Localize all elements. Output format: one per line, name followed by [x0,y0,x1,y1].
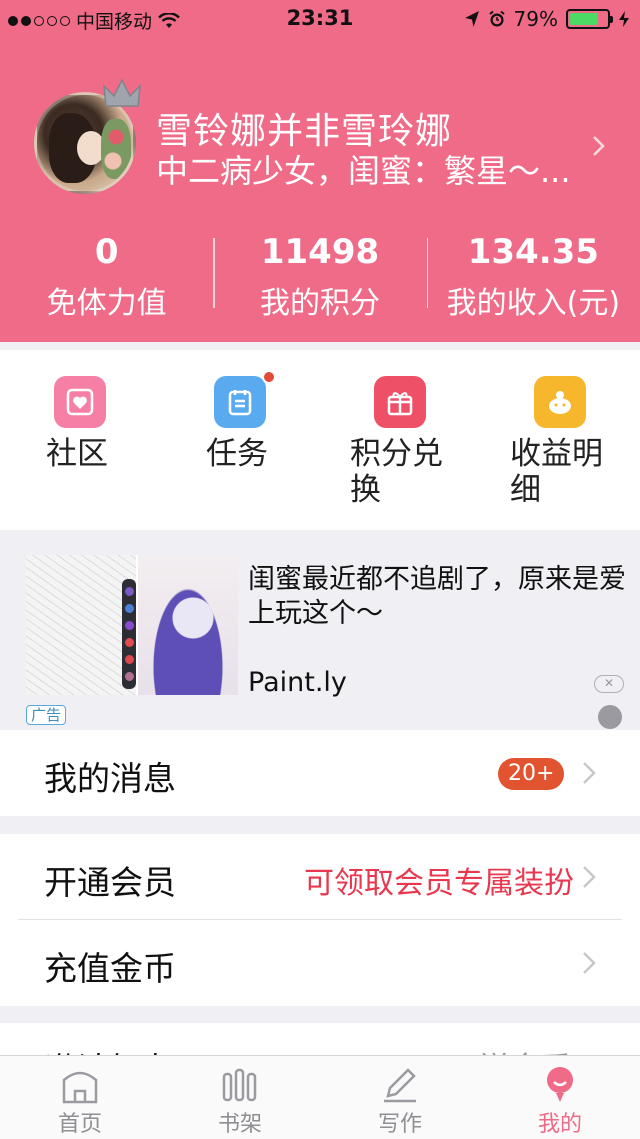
battery-percent: 79% [513,7,558,31]
stat-value: 11498 [260,232,380,272]
stat-income[interactable]: 134.35 我的收入(元) [426,228,640,324]
tab-home[interactable]: 首页 [0,1056,160,1139]
tab-label: 写作 [377,1112,422,1137]
ad-network-icon [598,705,622,729]
location-arrow-icon [464,11,479,27]
quick-action-task[interactable]: 任务 [160,350,280,530]
bookshelf-icon [222,1068,257,1102]
chevron-right-icon[interactable] [588,134,608,158]
ad-banner[interactable]: 闺蜜最近都不追剧了，原来是爱上玩这个～ Paint.ly 广告 ✕ [0,545,640,730]
pencil-icon [384,1068,416,1103]
ad-close-button[interactable]: ✕ [594,675,624,693]
charging-icon [619,11,629,27]
ad-palette [122,579,136,689]
chevron-right-icon [583,866,596,888]
tab-bar: 首页 书架 写作 我的 [0,1055,640,1139]
gift-icon [374,376,426,428]
ad-tag: 广告 [26,705,67,725]
tab-bookshelf[interactable]: 书架 [160,1056,320,1139]
tab-write[interactable]: 写作 [320,1056,480,1139]
stat-stamina[interactable]: 0 免体力值 [0,228,213,324]
message-count-badge: 20+ [498,758,565,790]
task-icon [214,376,266,428]
stat-label: 免体力值 [46,286,167,321]
membership-promo: 可领取会员专属装扮 [304,866,574,901]
chevron-right-icon [583,762,596,784]
home-icon [62,1071,98,1104]
row-label: 充值金币 [44,949,176,988]
chevron-right-icon [583,952,596,974]
quick-actions: 社区 任务 积分兑换 收益明细 [0,350,640,530]
battery-icon [566,9,613,29]
menu-row-messages[interactable]: 我的消息 20+ [0,730,640,816]
quick-action-label: 任务 [206,436,268,472]
stat-label: 我的积分 [259,286,380,321]
tab-label: 我的 [537,1112,582,1137]
stat-value: 134.35 [467,232,599,272]
quick-action-earnings[interactable]: 收益明细 [480,350,603,530]
ad-source[interactable]: Paint.ly [248,667,347,698]
quick-action-label: 收益明细 [510,436,603,508]
tab-profile[interactable]: 我的 [480,1056,640,1139]
stat-label: 我的收入(元) [446,286,621,321]
menu-row-recharge[interactable]: 充值金币 [0,920,640,1006]
quick-action-community[interactable]: 社区 [0,350,120,530]
crown-icon [103,78,141,107]
row-label: 我的消息 [44,759,176,798]
profile-header: 中国移动 23:31 79% 雪铃娜并非雪玲娜 中二病少女，闺蜜：繁星～... … [0,0,640,342]
piggy-bank-icon [534,376,586,428]
quick-action-points-exchange[interactable]: 积分兑换 [320,350,443,530]
ad-image[interactable] [26,555,238,695]
row-label: 开通会员 [44,863,176,902]
quick-action-label: 积分兑换 [350,436,443,508]
stat-points[interactable]: 11498 我的积分 [213,228,426,324]
notification-dot [262,370,276,384]
stats-bar: 0 免体力值 11498 我的积分 134.35 我的收入(元) [0,228,640,324]
alarm-clock-icon [488,10,505,27]
ad-title[interactable]: 闺蜜最近都不追剧了，原来是爱上玩这个～ [248,563,632,631]
tab-label: 首页 [57,1112,102,1137]
community-icon [54,376,106,428]
profile-icon [547,1067,573,1102]
status-bar: 中国移动 23:31 79% [0,0,640,40]
stat-value: 0 [94,232,119,272]
quick-action-label: 社区 [46,436,108,472]
menu-row-membership[interactable]: 开通会员 可领取会员专属装扮 [0,834,640,920]
profile-bio[interactable]: 中二病少女，闺蜜：繁星～... [156,146,586,192]
tab-label: 书架 [217,1112,262,1137]
